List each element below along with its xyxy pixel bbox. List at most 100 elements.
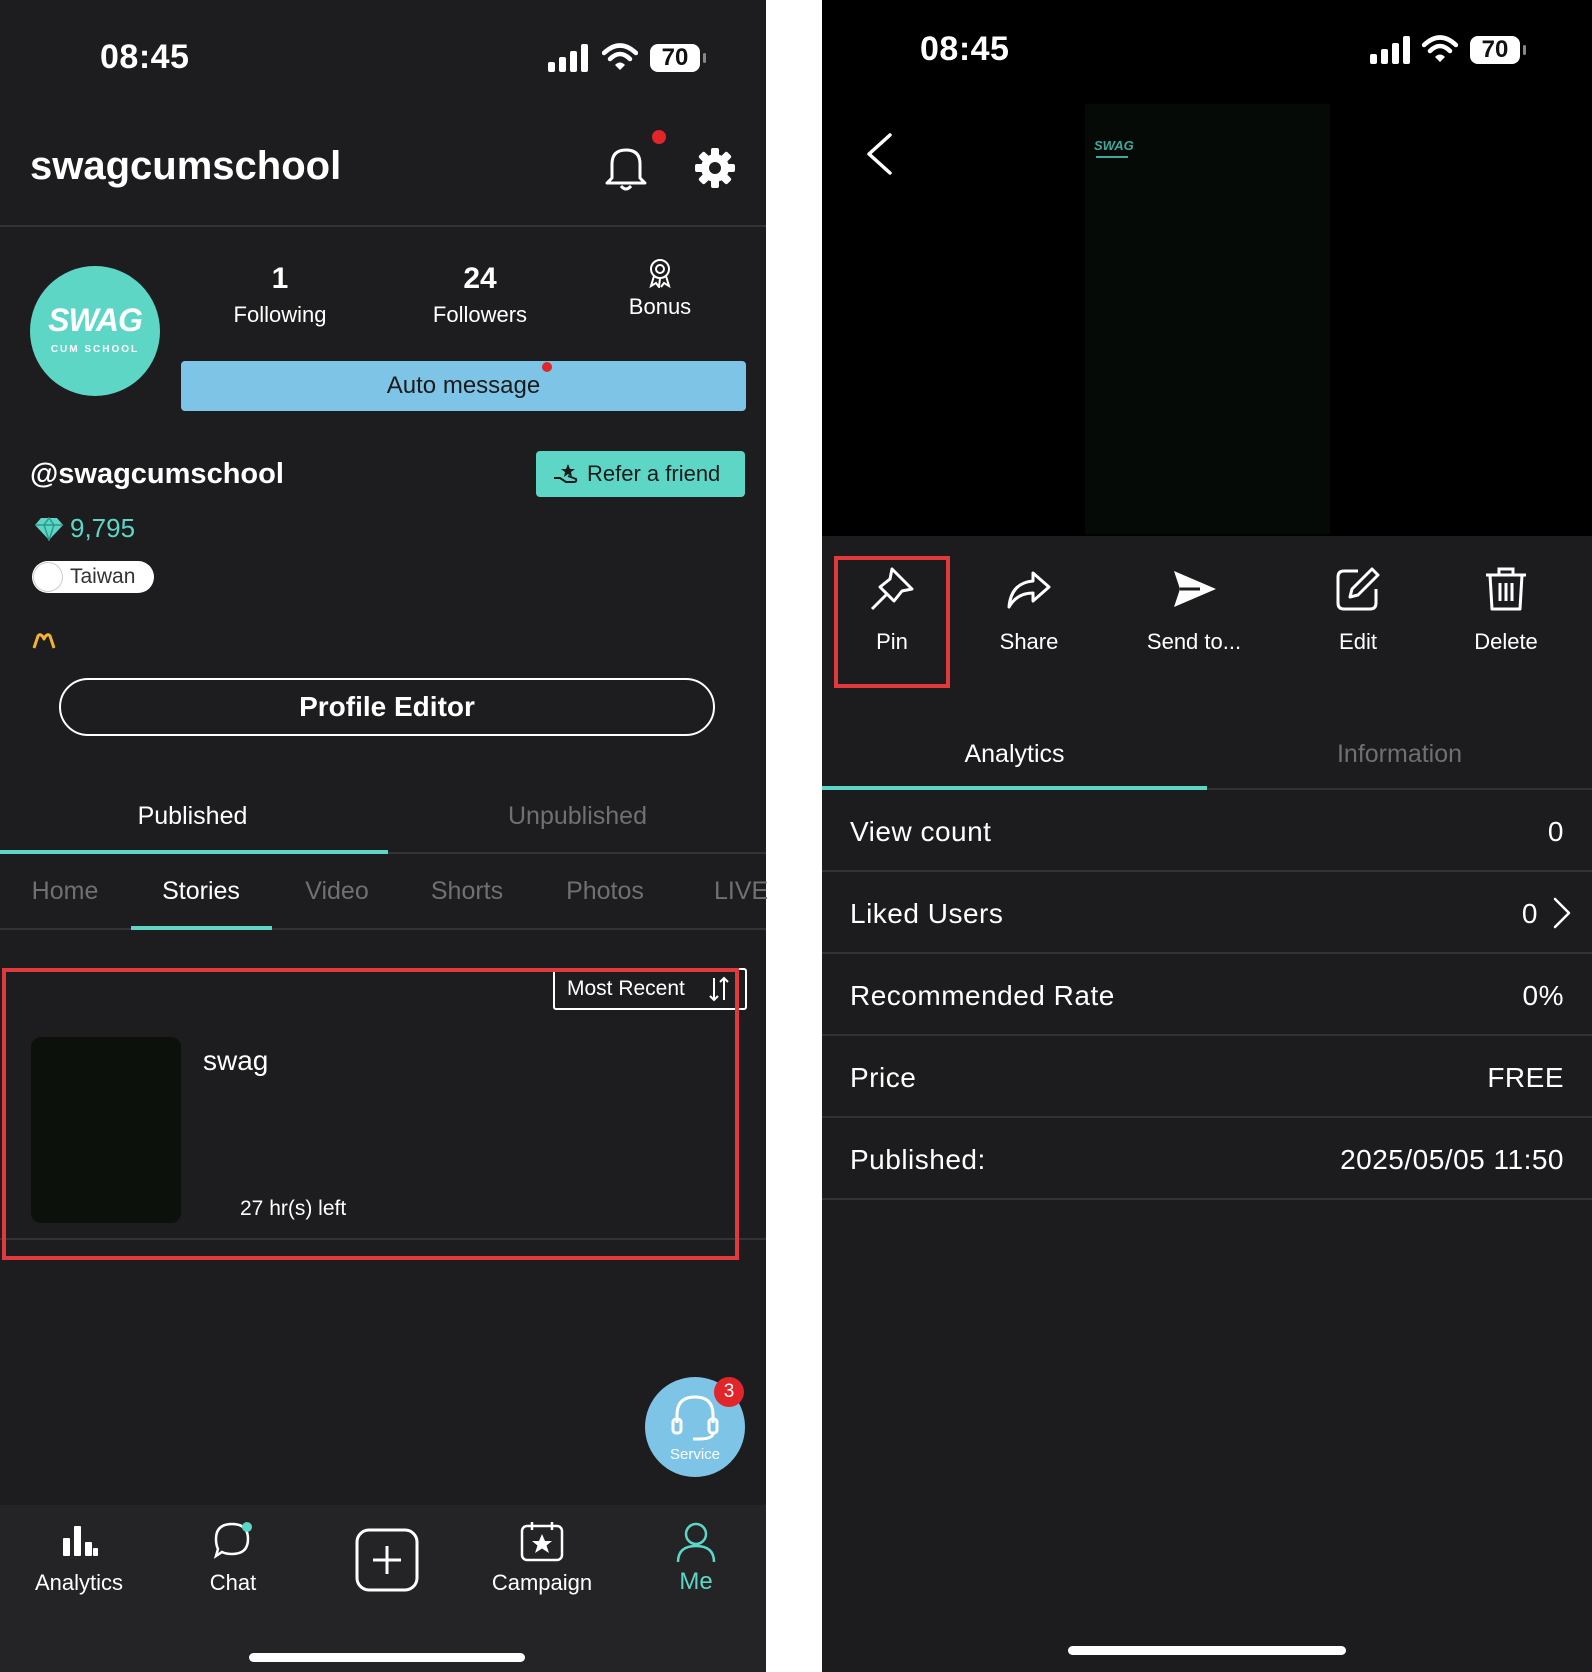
row-label: Recommended Rate [850, 980, 1115, 1011]
view-count-row: View count 0 [822, 790, 1592, 872]
avatar[interactable]: SWAG CUM SCHOOL [30, 266, 160, 396]
battery-indicator: 70 [650, 44, 706, 72]
published-row: Published: 2025/05/05 11:50 [822, 1118, 1592, 1200]
wifi-icon [1422, 35, 1458, 62]
subtab-live[interactable]: LIVE [714, 877, 768, 906]
header-divider [0, 225, 766, 227]
signal-icon [1370, 36, 1410, 64]
subtab-indicator [131, 926, 272, 930]
row-label: View count [850, 816, 992, 847]
send-to-label: Send to... [1146, 629, 1242, 654]
edit-icon [1336, 567, 1380, 611]
notification-dot [652, 130, 666, 144]
delete-label: Delete [1474, 629, 1538, 654]
chevron-right-icon [1553, 897, 1571, 929]
nav-chat-label: Chat [209, 1570, 257, 1595]
status-time: 08:45 [100, 38, 190, 76]
trash-icon [1486, 567, 1526, 611]
subtab-shorts[interactable]: Shorts [402, 877, 532, 906]
row-value: 2025/05/05 11:50 [1340, 1144, 1564, 1175]
home-indicator [1068, 1646, 1346, 1655]
subtab-video[interactable]: Video [272, 877, 402, 906]
followers-stat[interactable]: 24 Followers [400, 262, 560, 328]
flag-icon [34, 563, 62, 591]
svg-text:SWAG: SWAG [1094, 138, 1134, 153]
tab-published[interactable]: Published [0, 802, 385, 831]
tab-analytics[interactable]: Analytics [822, 740, 1207, 769]
tab-indicator [0, 850, 388, 854]
share-action[interactable]: Share [959, 565, 1099, 655]
row-value: 0% [1522, 980, 1564, 1011]
heart-hands-icon [32, 633, 56, 649]
nav-chat[interactable]: Chat [158, 1520, 308, 1596]
edit-label: Edit [1339, 629, 1377, 654]
row-value: FREE [1487, 1062, 1564, 1093]
highlight-box [2, 968, 739, 1260]
bell-icon[interactable] [602, 142, 650, 192]
profile-editor-button[interactable]: Profile Editor [59, 678, 715, 736]
highlight-box [834, 556, 950, 688]
share-arrow-icon [1007, 571, 1051, 609]
subtab-home[interactable]: Home [0, 877, 130, 906]
nav-campaign-label: Campaign [491, 1570, 593, 1595]
home-indicator [249, 1653, 525, 1662]
nav-analytics-label: Analytics [34, 1570, 124, 1595]
chat-bubble-icon [213, 1522, 252, 1559]
ribbon-badge-icon [649, 259, 671, 288]
diamond-icon [35, 517, 63, 541]
service-badge: 3 [714, 1377, 744, 1407]
battery-indicator: 70 [1470, 36, 1526, 64]
followers-count: 24 [463, 262, 497, 295]
page-title: swagcumschool [30, 144, 342, 188]
plus-square-icon [355, 1528, 419, 1592]
bonus-label: Bonus [628, 294, 692, 319]
gift-hand-icon [554, 464, 578, 483]
auto-message-button[interactable]: Auto message [181, 361, 746, 411]
avatar-logo-text: SWAG [48, 302, 143, 338]
row-label: Price [850, 1062, 917, 1093]
avatar-logo-subtext: CUM SCHOOL [50, 344, 140, 355]
recommended-rate-row: Recommended Rate 0% [822, 954, 1592, 1036]
service-label: Service [669, 1446, 721, 1463]
watermark-logo: SWAG [1090, 134, 1134, 166]
location-badge: Taiwan [32, 561, 154, 593]
bar-chart-icon [63, 1526, 98, 1556]
bonus-stat[interactable]: Bonus [580, 258, 740, 320]
signal-icon [548, 44, 588, 72]
row-label: Published: [850, 1144, 986, 1175]
subtab-photos[interactable]: Photos [540, 877, 670, 906]
liked-users-row[interactable]: Liked Users 0 [822, 872, 1592, 954]
delete-action[interactable]: Delete [1436, 565, 1576, 655]
followers-label: Followers [432, 302, 528, 327]
auto-message-dot [542, 362, 552, 372]
refer-friend-button[interactable]: Refer a friend [536, 451, 745, 497]
edit-action[interactable]: Edit [1288, 565, 1428, 655]
calendar-star-icon [520, 1522, 564, 1562]
headset-icon [671, 1395, 719, 1441]
story-detail-screen: SWAG 08:45 70 Pin Share Send to... Edit … [822, 0, 1592, 1672]
nav-create[interactable] [312, 1528, 462, 1592]
nav-me[interactable]: Me [621, 1520, 771, 1596]
person-icon [676, 1522, 716, 1563]
tab-information[interactable]: Information [1207, 740, 1592, 769]
user-handle: @swagcumschool [30, 458, 284, 490]
wifi-icon [602, 43, 638, 70]
row-value: 0 [1521, 898, 1538, 929]
share-label: Share [999, 629, 1059, 654]
subtabs-divider [0, 928, 766, 930]
tab-unpublished[interactable]: Unpublished [385, 802, 770, 831]
diamond-balance: 9,795 [70, 513, 136, 543]
following-count: 1 [271, 262, 289, 295]
send-to-action[interactable]: Send to... [1124, 565, 1264, 655]
video-preview[interactable]: SWAG [822, 0, 1592, 536]
subtab-stories[interactable]: Stories [131, 877, 271, 906]
gear-icon[interactable] [693, 146, 737, 190]
following-stat[interactable]: 1 Following [200, 262, 360, 328]
refer-friend-label: Refer a friend [587, 461, 721, 486]
following-label: Following [233, 302, 327, 327]
nav-analytics[interactable]: Analytics [4, 1520, 154, 1596]
video-frame [1085, 104, 1330, 534]
back-chevron-icon[interactable] [864, 132, 894, 176]
nav-campaign[interactable]: Campaign [467, 1520, 617, 1596]
row-label: Liked Users [850, 898, 1004, 929]
